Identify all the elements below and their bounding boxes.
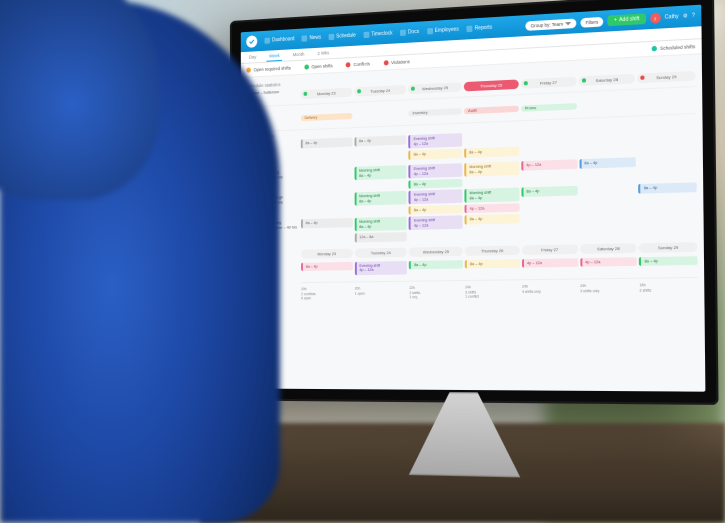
tab-week[interactable]: Week — [266, 50, 282, 61]
dot-icon — [246, 68, 251, 73]
day-header[interactable]: Friday 27 — [522, 244, 578, 255]
footer-cell: 18h2 shifts — [639, 282, 698, 299]
dot-icon — [652, 46, 657, 52]
add-shift-button[interactable]: +Add shift — [608, 13, 646, 26]
shift-card[interactable]: 8a – 4p — [354, 135, 407, 146]
footer-cell: 22h2 shifts1 req — [409, 285, 463, 301]
nav-news[interactable]: News — [302, 35, 321, 42]
shift-card[interactable]: 8a – 4p — [409, 178, 463, 188]
shift-card[interactable]: 4p – 12a — [580, 257, 637, 267]
footer-cell: 24h3 shifts only — [580, 283, 637, 299]
event-pill[interactable]: Delivery — [301, 113, 352, 121]
day-header[interactable]: Wednesday 25 — [409, 246, 463, 256]
nav-reports[interactable]: Reports — [467, 24, 492, 32]
footer-cell: 24h3 shifts1 conflict — [465, 284, 520, 300]
chart-icon — [467, 26, 473, 33]
calendar-icon — [329, 34, 335, 40]
doc-icon — [400, 30, 406, 36]
shift-card[interactable]: Morning shift8a – 4p — [354, 165, 407, 180]
app-logo[interactable] — [246, 35, 257, 48]
day-header[interactable]: Sunday 29 — [637, 71, 695, 83]
shift-card[interactable]: 4p – 12a — [522, 258, 578, 268]
shift-card[interactable]: Morning shift8a – 4p — [464, 161, 519, 176]
app-screen: Dashboard News Schedule Timeclock Docs E… — [241, 5, 706, 392]
notification-badge[interactable]: 2 — [650, 12, 661, 23]
day-header[interactable]: Wednesday 25 — [408, 82, 462, 94]
nav-dashboard[interactable]: Dashboard — [265, 36, 295, 44]
day-header[interactable]: Tuesday 24 — [354, 85, 407, 97]
dot-icon — [346, 62, 351, 67]
shift-card[interactable]: 8a – 4p — [301, 137, 353, 148]
status-violations[interactable]: Violations — [383, 59, 409, 66]
shift-card[interactable]: 12a – 8a — [355, 232, 408, 242]
shift-card[interactable]: Evening shift4p – 12a — [409, 189, 463, 204]
footer-cell: 20h2 conflicts6 open — [301, 286, 353, 302]
shift-card[interactable]: Evening shift4p – 12a — [409, 163, 463, 178]
shift-card[interactable]: Evening shift4p – 12a — [409, 216, 463, 231]
status-conflicts[interactable]: Conflicts — [346, 61, 370, 67]
status-open-required[interactable]: Open required shifts — [246, 65, 291, 72]
day-header[interactable]: Tuesday 24 — [355, 247, 408, 257]
shift-card[interactable]: 8a – 4p — [409, 260, 463, 270]
settings-icon[interactable]: ⚙ — [683, 13, 688, 20]
shift-card[interactable]: 8a – 4p — [301, 218, 353, 228]
nav-employees[interactable]: Employees — [427, 26, 459, 34]
clock-icon — [363, 32, 369, 38]
day-header[interactable]: Monday 23 — [301, 248, 353, 258]
event-pill[interactable]: Audit — [464, 106, 519, 115]
day-header[interactable]: Sunday 29 — [639, 242, 697, 253]
day-header[interactable]: Saturday 28 — [580, 243, 637, 254]
monitor-stand — [395, 392, 535, 478]
shift-card[interactable]: 8a – 4p — [465, 259, 520, 269]
tab-day[interactable]: Day — [246, 52, 259, 62]
footer-totals-row: 20h2 conflicts6 open 20h1 open 22h2 shif… — [301, 277, 698, 302]
status-open-shifts[interactable]: Open shifts — [304, 63, 333, 70]
day-header-today[interactable]: Thursday 26 — [464, 79, 519, 91]
monitor: Dashboard News Schedule Timeclock Docs E… — [230, 20, 720, 480]
chevron-down-icon — [565, 21, 571, 25]
people-icon — [427, 28, 433, 35]
day-header[interactable]: Monday 23 — [301, 88, 352, 100]
filters-button[interactable]: Filters — [580, 16, 603, 27]
day-header[interactable]: Saturday 28 — [578, 74, 635, 86]
shift-card[interactable]: 8a – 4p — [638, 183, 696, 194]
shift-card[interactable]: 8a – 4p — [409, 205, 463, 215]
user-menu[interactable]: Cathy — [665, 14, 679, 21]
nav-schedule[interactable]: Schedule — [329, 32, 356, 40]
nav-docs[interactable]: Docs — [400, 29, 419, 36]
event-pill[interactable]: Promo — [521, 103, 577, 112]
shift-card[interactable]: Morning shift8a – 4p — [354, 191, 407, 206]
shift-card[interactable]: 8a – 4p — [409, 149, 463, 160]
shift-card[interactable]: 4p – 12a — [521, 159, 577, 170]
dot-icon — [304, 64, 309, 69]
shift-card[interactable]: 4p – 12a — [465, 203, 520, 213]
shift-card[interactable]: Evening shift4p – 12a — [355, 261, 408, 275]
help-icon[interactable]: ? — [692, 13, 695, 20]
news-icon — [302, 35, 308, 41]
person-foreground — [0, 0, 280, 523]
shift-card[interactable]: Evening shift4p – 12a — [409, 133, 463, 149]
footer-cell: 20h1 open — [355, 285, 408, 301]
shift-card[interactable]: 8a – 4p — [639, 256, 697, 266]
status-scheduled[interactable]: Scheduled shifts — [652, 44, 696, 52]
shift-card[interactable]: 8a – 4p — [301, 261, 353, 271]
day-header[interactable]: Friday 27 — [521, 77, 577, 89]
dot-icon — [383, 60, 388, 65]
plus-icon: + — [614, 17, 617, 24]
shift-card[interactable]: Morning shift8a – 4p — [354, 217, 407, 232]
nav-timeclock[interactable]: Timeclock — [363, 30, 392, 38]
shift-card[interactable]: 8a – 4p — [521, 186, 577, 197]
grid-icon — [265, 38, 271, 44]
shift-card[interactable]: 8a – 4p — [464, 147, 519, 158]
tab-month[interactable]: Month — [290, 49, 307, 59]
shift-card[interactable]: 8a – 4p — [579, 157, 636, 168]
footer-cell: 24h4 shifts only — [522, 283, 578, 299]
tab-2wks[interactable]: 2 Wks — [315, 48, 332, 58]
day-header[interactable]: Thursday 26 — [465, 245, 520, 255]
group-by-selector[interactable]: Group by: Team — [525, 18, 576, 30]
event-pill[interactable]: Inventory — [409, 108, 463, 117]
shift-card[interactable]: 8a – 4p — [465, 214, 520, 224]
shift-card[interactable]: Morning shift8a – 4p — [465, 188, 520, 203]
